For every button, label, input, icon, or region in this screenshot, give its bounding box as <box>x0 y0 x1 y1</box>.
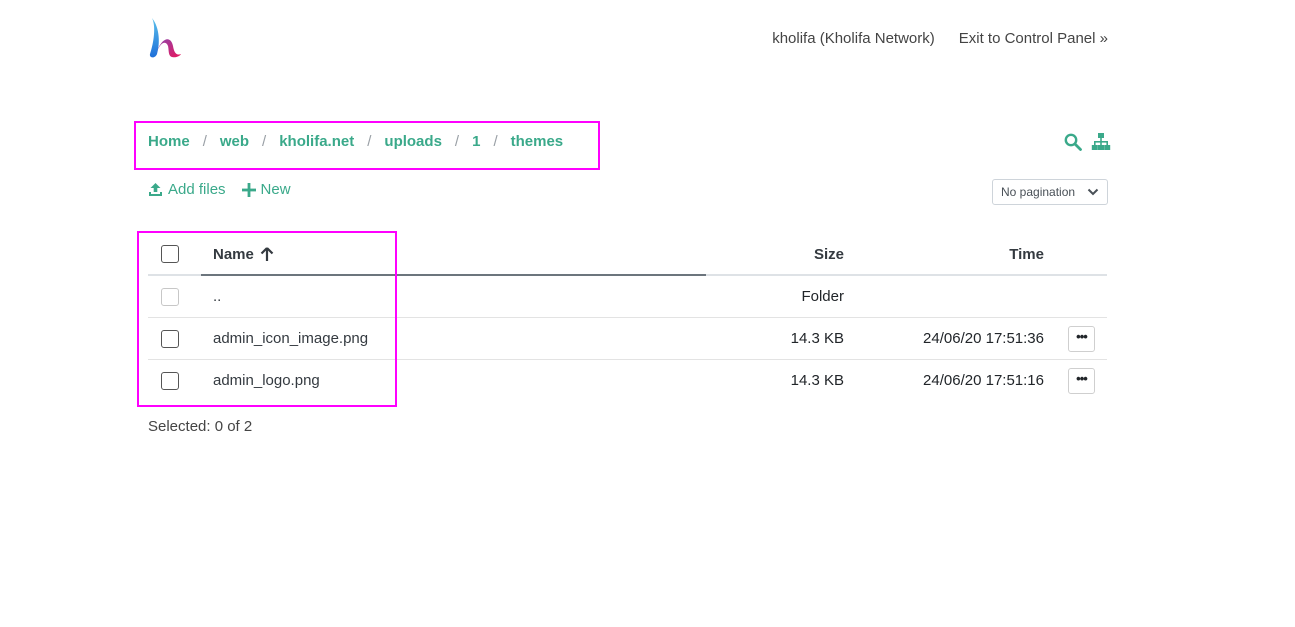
row-checkbox[interactable] <box>161 329 179 348</box>
table-row[interactable]: .. Folder <box>148 276 1107 318</box>
pagination-value: No pagination <box>1001 185 1076 199</box>
sort-ascending-arrow-icon <box>260 246 274 261</box>
table-row[interactable]: admin_icon_image.png 14.3 KB 24/06/20 17… <box>148 318 1107 360</box>
upload-icon <box>149 183 162 196</box>
size-column-header[interactable]: Size <box>814 234 844 274</box>
row-menu-button[interactable]: ••• <box>1068 367 1095 394</box>
header-links: kholifa (Kholifa Network) Exit to Contro… <box>772 30 1108 47</box>
kholifa-logo-icon[interactable] <box>146 16 182 60</box>
pagination-select[interactable]: No pagination <box>992 179 1108 205</box>
file-time: 24/06/20 17:51:36 <box>923 330 1044 347</box>
table-header-row: Name Size Time <box>148 234 1107 276</box>
time-column-header[interactable]: Time <box>1009 234 1044 274</box>
ellipsis-icon: ••• <box>1076 371 1088 386</box>
parent-folder-link[interactable]: .. <box>213 276 221 317</box>
breadcrumb-separator: / <box>454 133 460 150</box>
file-name[interactable]: admin_icon_image.png <box>213 318 368 359</box>
file-time: 24/06/20 17:51:16 <box>923 372 1044 389</box>
breadcrumb-uploads[interactable]: uploads <box>384 133 442 150</box>
breadcrumb-web[interactable]: web <box>220 133 249 150</box>
selection-status: Selected: 0 of 2 <box>148 418 253 435</box>
exit-control-panel-link[interactable]: Exit to Control Panel » <box>959 30 1108 47</box>
new-button[interactable]: New <box>241 181 291 198</box>
breadcrumb-separator: / <box>493 133 498 150</box>
search-icon[interactable] <box>1064 133 1082 151</box>
ellipsis-icon: ••• <box>1076 329 1088 344</box>
select-all-checkbox[interactable] <box>161 245 179 263</box>
chevron-down-icon <box>1087 188 1099 196</box>
breadcrumb-separator: / <box>262 133 267 150</box>
table-row[interactable]: admin_logo.png 14.3 KB 24/06/20 17:51:16… <box>148 360 1107 401</box>
user-account-link[interactable]: kholifa (Kholifa Network) <box>772 30 935 47</box>
file-size: 14.3 KB <box>790 330 844 347</box>
breadcrumb-1[interactable]: 1 <box>472 133 480 150</box>
sitemap-icon[interactable] <box>1091 133 1111 151</box>
view-tools <box>1064 133 1111 151</box>
name-header-label: Name <box>213 245 254 263</box>
file-manager-page: kholifa (Kholifa Network) Exit to Contro… <box>0 0 1295 627</box>
file-name[interactable]: admin_logo.png <box>213 360 320 401</box>
file-actions: Add files New <box>148 181 291 198</box>
breadcrumb-themes[interactable]: themes <box>511 133 564 150</box>
row-checkbox <box>161 287 179 306</box>
breadcrumb-home[interactable]: Home <box>148 133 190 150</box>
name-column-header[interactable]: Name <box>213 234 274 274</box>
file-table: Name Size Time .. Folder admin_icon_imag… <box>148 234 1107 401</box>
add-files-label: Add files <box>168 181 226 198</box>
row-checkbox[interactable] <box>161 371 179 390</box>
row-menu-button[interactable]: ••• <box>1068 325 1095 352</box>
breadcrumb-separator: / <box>367 133 372 150</box>
new-label: New <box>260 181 291 198</box>
breadcrumb-separator: / <box>202 133 207 150</box>
file-size: Folder <box>801 288 844 305</box>
plus-icon <box>241 182 256 197</box>
add-files-button[interactable]: Add files <box>148 181 226 198</box>
breadcrumb-domain[interactable]: kholifa.net <box>279 133 354 150</box>
breadcrumb: Home / web / kholifa.net / uploads / 1 /… <box>148 133 563 150</box>
file-size: 14.3 KB <box>790 372 844 389</box>
